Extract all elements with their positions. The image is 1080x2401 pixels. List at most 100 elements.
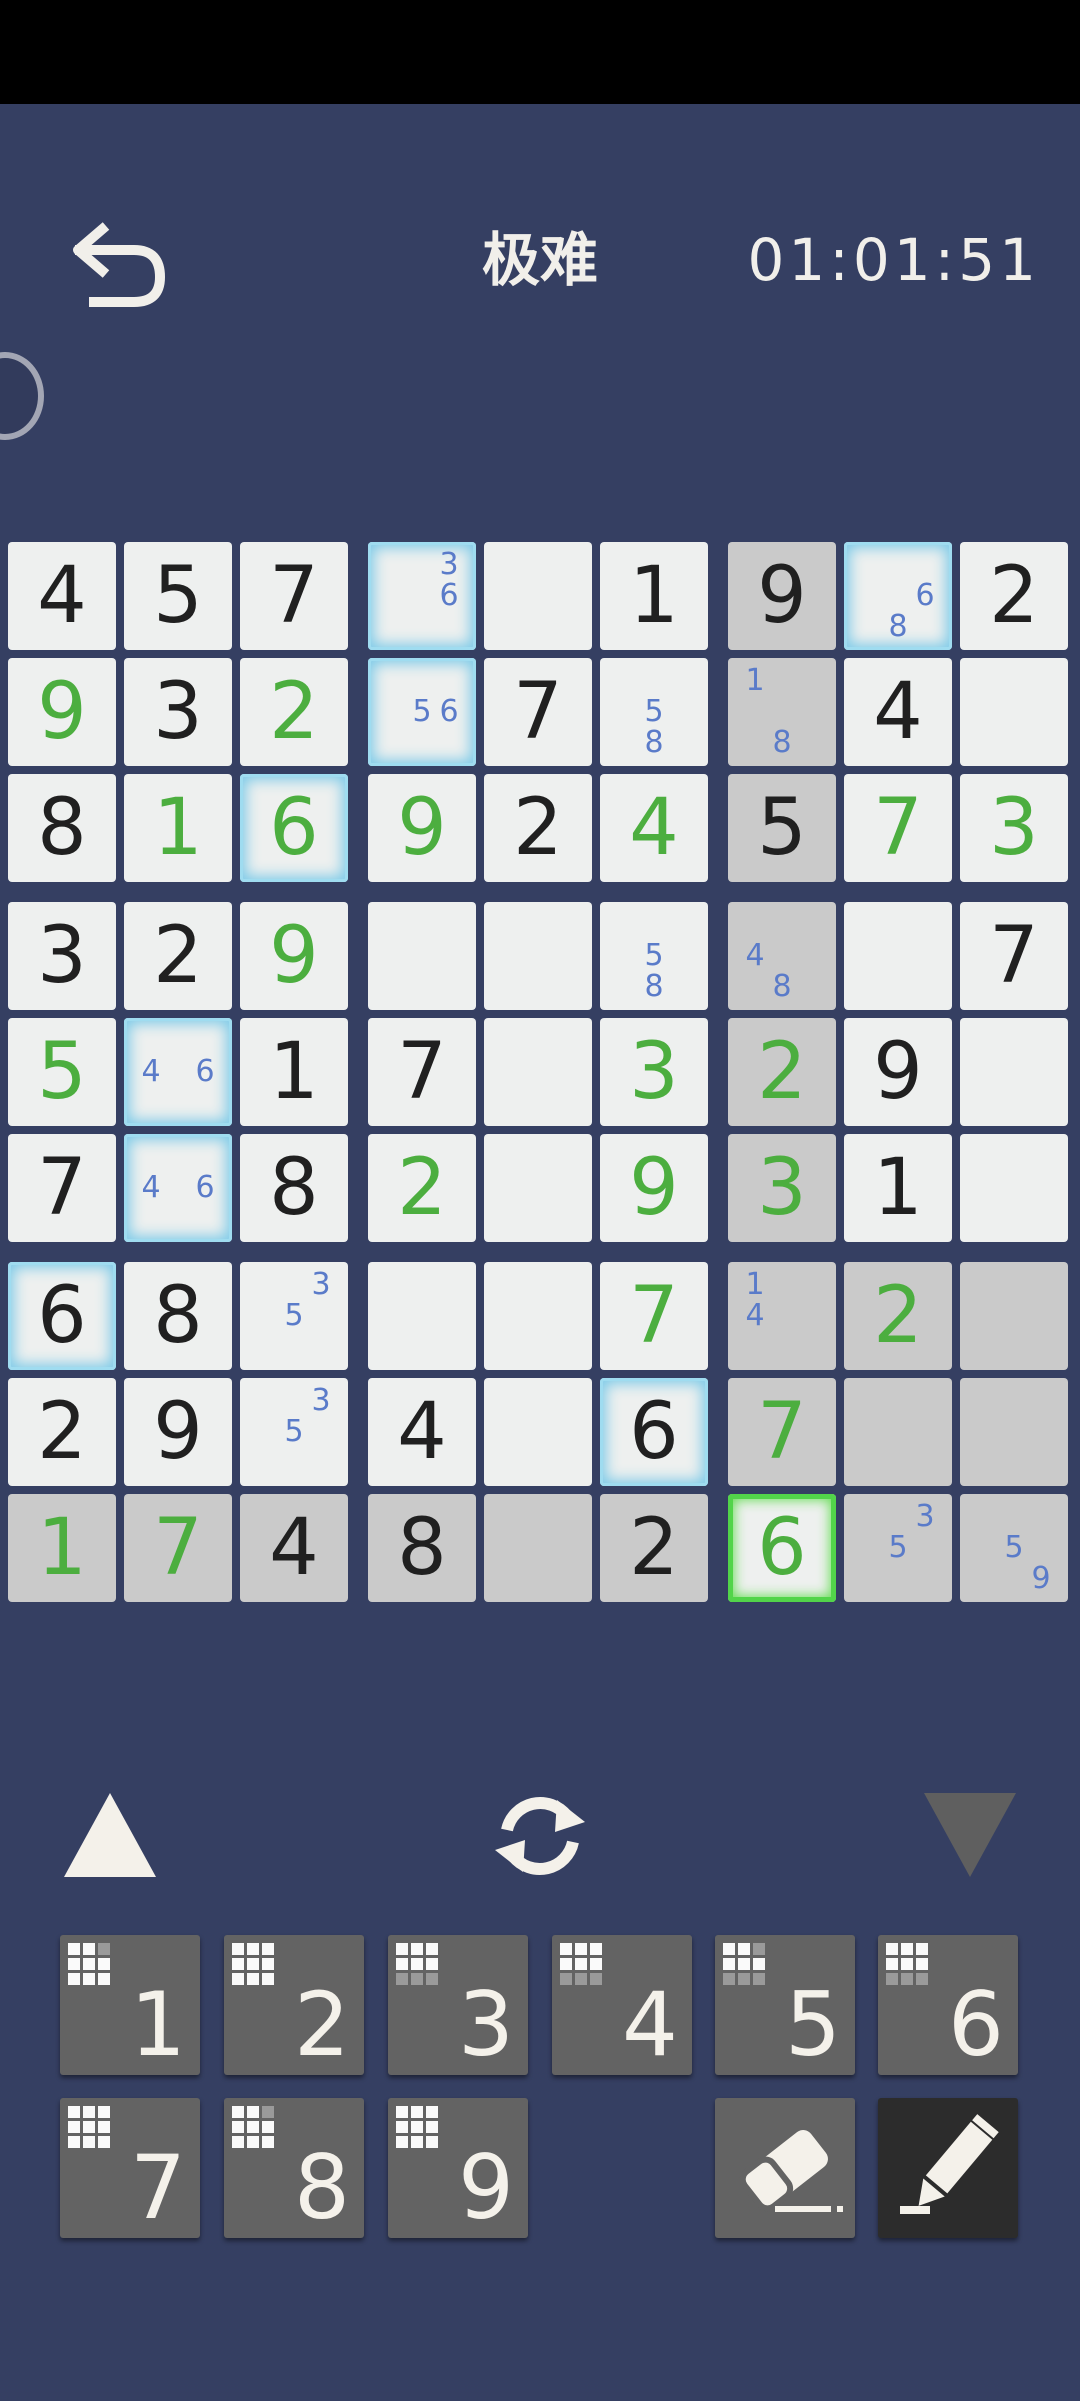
sudoku-cell[interactable]: 2: [728, 1018, 836, 1126]
sudoku-cell[interactable]: [484, 1494, 592, 1602]
sudoku-cell[interactable]: 3: [124, 658, 232, 766]
triangle-down-icon[interactable]: [920, 1790, 1020, 1880]
given-digit: 9: [757, 551, 807, 641]
sudoku-cell[interactable]: 5: [124, 542, 232, 650]
sudoku-cell[interactable]: 2: [960, 542, 1068, 650]
digit-key-5[interactable]: 5: [715, 1935, 855, 2075]
sudoku-cell[interactable]: 46: [124, 1018, 232, 1126]
sudoku-cell[interactable]: 4: [8, 542, 116, 650]
sudoku-cell[interactable]: 6: [600, 1378, 708, 1486]
sudoku-cell[interactable]: 46: [124, 1134, 232, 1242]
sudoku-cell[interactable]: 1: [124, 774, 232, 882]
sudoku-cell[interactable]: [844, 1378, 952, 1486]
sudoku-cell[interactable]: [960, 658, 1068, 766]
sudoku-cell[interactable]: 4: [844, 658, 952, 766]
sudoku-cell[interactable]: 48: [728, 902, 836, 1010]
sudoku-cell[interactable]: 7: [368, 1018, 476, 1126]
sudoku-cell[interactable]: 1: [8, 1494, 116, 1602]
sudoku-cell[interactable]: 58: [600, 658, 708, 766]
sudoku-cell[interactable]: [484, 1134, 592, 1242]
sudoku-cell[interactable]: 3: [728, 1134, 836, 1242]
sudoku-cell[interactable]: 9: [600, 1134, 708, 1242]
sudoku-cell[interactable]: 1: [240, 1018, 348, 1126]
sudoku-cell[interactable]: 7: [600, 1262, 708, 1370]
digit-key-8[interactable]: 8: [224, 2098, 364, 2238]
digit-key-1[interactable]: 1: [60, 1935, 200, 2075]
sudoku-cell[interactable]: 7: [484, 658, 592, 766]
sudoku-cell[interactable]: 3: [8, 902, 116, 1010]
sudoku-cell[interactable]: 4: [240, 1494, 348, 1602]
digit-key-3[interactable]: 3: [388, 1935, 528, 2075]
sudoku-cell[interactable]: 18: [728, 658, 836, 766]
sudoku-cell[interactable]: [484, 1378, 592, 1486]
note-digit: 6: [439, 694, 459, 729]
sudoku-cell[interactable]: [484, 1262, 592, 1370]
sudoku-cell[interactable]: [844, 902, 952, 1010]
digit-key-2[interactable]: 2: [224, 1935, 364, 2075]
sudoku-cell[interactable]: 9: [124, 1378, 232, 1486]
sudoku-cell[interactable]: 2: [484, 774, 592, 882]
sudoku-cell[interactable]: 8: [240, 1134, 348, 1242]
sudoku-cell[interactable]: 7: [960, 902, 1068, 1010]
sudoku-cell[interactable]: 9: [8, 658, 116, 766]
sudoku-cell[interactable]: [484, 542, 592, 650]
sudoku-cell[interactable]: [368, 1262, 476, 1370]
sudoku-cell[interactable]: [960, 1134, 1068, 1242]
sudoku-cell[interactable]: 3: [960, 774, 1068, 882]
sudoku-cell[interactable]: 56: [368, 658, 476, 766]
digit-key-6[interactable]: 6: [878, 1935, 1018, 2075]
sudoku-cell[interactable]: [960, 1378, 1068, 1486]
sudoku-cell[interactable]: 7: [124, 1494, 232, 1602]
sudoku-cell[interactable]: 6: [8, 1262, 116, 1370]
sudoku-cell[interactable]: 35: [844, 1494, 952, 1602]
sudoku-cell[interactable]: 7: [728, 1378, 836, 1486]
sudoku-cell[interactable]: 2: [368, 1134, 476, 1242]
pencil-notes-button[interactable]: [878, 2098, 1018, 2238]
sudoku-cell[interactable]: 2: [124, 902, 232, 1010]
sudoku-cell[interactable]: 9: [844, 1018, 952, 1126]
sudoku-cell[interactable]: 7: [240, 542, 348, 650]
sudoku-cell[interactable]: 6: [240, 774, 348, 882]
sudoku-cell[interactable]: 4: [368, 1378, 476, 1486]
sudoku-cell[interactable]: 7: [8, 1134, 116, 1242]
sudoku-cell[interactable]: 59: [960, 1494, 1068, 1602]
sudoku-cell[interactable]: 2: [844, 1262, 952, 1370]
sudoku-cell[interactable]: 36: [368, 542, 476, 650]
sudoku-cell[interactable]: 9: [240, 902, 348, 1010]
digit-key-4[interactable]: 4: [552, 1935, 692, 2075]
sudoku-cell[interactable]: 6: [728, 1494, 836, 1602]
sudoku-cell[interactable]: 2: [8, 1378, 116, 1486]
sudoku-cell[interactable]: 35: [240, 1262, 348, 1370]
sudoku-cell[interactable]: 68: [844, 542, 952, 650]
sudoku-cell[interactable]: 7: [844, 774, 952, 882]
sudoku-cell[interactable]: 2: [240, 658, 348, 766]
sudoku-cell[interactable]: 8: [8, 774, 116, 882]
sudoku-cell[interactable]: 8: [124, 1262, 232, 1370]
sudoku-cell[interactable]: 5: [8, 1018, 116, 1126]
sudoku-cell[interactable]: 3: [600, 1018, 708, 1126]
note-digit: 6: [195, 1054, 215, 1089]
side-handle-icon[interactable]: [0, 352, 44, 440]
sudoku-cell[interactable]: 4: [600, 774, 708, 882]
sudoku-cell[interactable]: 35: [240, 1378, 348, 1486]
sudoku-cell[interactable]: 2: [600, 1494, 708, 1602]
entered-digit: 2: [873, 1271, 923, 1361]
refresh-icon[interactable]: [485, 1786, 595, 1886]
sudoku-cell[interactable]: 9: [368, 774, 476, 882]
sudoku-cell[interactable]: [484, 1018, 592, 1126]
sudoku-cell[interactable]: 1: [844, 1134, 952, 1242]
digit-key-9[interactable]: 9: [388, 2098, 528, 2238]
sudoku-cell[interactable]: [960, 1262, 1068, 1370]
sudoku-cell[interactable]: 1: [600, 542, 708, 650]
sudoku-cell[interactable]: 8: [368, 1494, 476, 1602]
sudoku-cell[interactable]: 58: [600, 902, 708, 1010]
eraser-button[interactable]: [715, 2098, 855, 2238]
sudoku-cell[interactable]: [960, 1018, 1068, 1126]
sudoku-cell[interactable]: 9: [728, 542, 836, 650]
triangle-up-icon[interactable]: [60, 1790, 160, 1880]
sudoku-cell[interactable]: [368, 902, 476, 1010]
digit-key-7[interactable]: 7: [60, 2098, 200, 2238]
sudoku-cell[interactable]: 5: [728, 774, 836, 882]
sudoku-cell[interactable]: 14: [728, 1262, 836, 1370]
sudoku-cell[interactable]: [484, 902, 592, 1010]
